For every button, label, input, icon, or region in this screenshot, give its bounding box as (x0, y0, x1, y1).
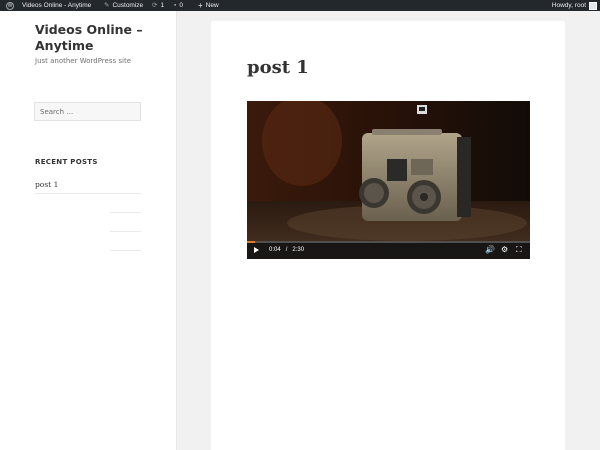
admin-bar-site-name[interactable]: Videos Online - Anytime (19, 0, 91, 11)
howdy-label: Howdy, root (551, 2, 586, 9)
fullscreen-icon[interactable]: ⛶ (516, 241, 522, 259)
admin-bar-comments[interactable]: ▪ 0 (174, 0, 183, 11)
admin-bar: Videos Online - Anytime ✎ Customize ⟳ 1 … (0, 0, 600, 12)
avatar (589, 1, 597, 10)
video-frame (247, 101, 530, 259)
recent-post-link[interactable]: post 1 (35, 180, 58, 189)
customize-label: Customize (112, 2, 144, 9)
time-display: 0:04 / 2:30 (269, 241, 304, 259)
comment-icon: ▪ (174, 2, 177, 9)
duration: 2:30 (292, 247, 305, 253)
recent-posts-title: RECENT POSTS (35, 158, 98, 166)
wordpress-icon (6, 1, 14, 12)
divider (110, 231, 141, 232)
volume-icon[interactable]: 🔊 (485, 241, 495, 259)
gear-icon[interactable]: ⚙ (501, 241, 508, 259)
admin-bar-customize[interactable]: ✎ Customize (104, 0, 143, 11)
search-input[interactable]: Search … (34, 102, 141, 121)
site-description: Just another WordPress site (35, 57, 132, 65)
site-title[interactable]: Videos Online – Anytime (35, 22, 160, 54)
picture-in-picture-icon[interactable] (417, 105, 427, 114)
post-title: post 1 (247, 57, 309, 78)
admin-bar-account[interactable]: Howdy, root (552, 0, 597, 11)
updates-icon: ⟳ (152, 2, 158, 9)
plus-icon: + (198, 1, 203, 10)
site-name-label: Videos Online - Anytime (22, 2, 92, 9)
divider (110, 250, 141, 251)
divider (110, 212, 141, 213)
admin-bar-updates[interactable]: ⟳ 1 (152, 0, 164, 11)
video-progress-bar[interactable] (247, 241, 530, 243)
time-separator: / (285, 247, 288, 253)
video-progress-fill (247, 241, 255, 243)
video-controls: 0:04 / 2:30 🔊 ⚙ ⛶ (247, 241, 530, 259)
current-time: 0:04 (269, 247, 281, 253)
brush-icon: ✎ (104, 2, 110, 9)
play-icon[interactable] (254, 246, 259, 253)
comments-count: 0 (179, 2, 183, 9)
updates-count: 1 (160, 2, 165, 9)
admin-bar-new[interactable]: + New (198, 0, 219, 11)
wp-logo-menu[interactable] (6, 0, 14, 12)
main-content: post 1 0:04 / 2:30 🔊 ⚙ ⛶ (211, 21, 565, 450)
new-label: New (205, 2, 219, 9)
divider (35, 193, 141, 194)
video-player[interactable]: 0:04 / 2:30 🔊 ⚙ ⛶ (247, 101, 530, 259)
sidebar: Videos Online – Anytime Just another Wor… (0, 11, 177, 450)
